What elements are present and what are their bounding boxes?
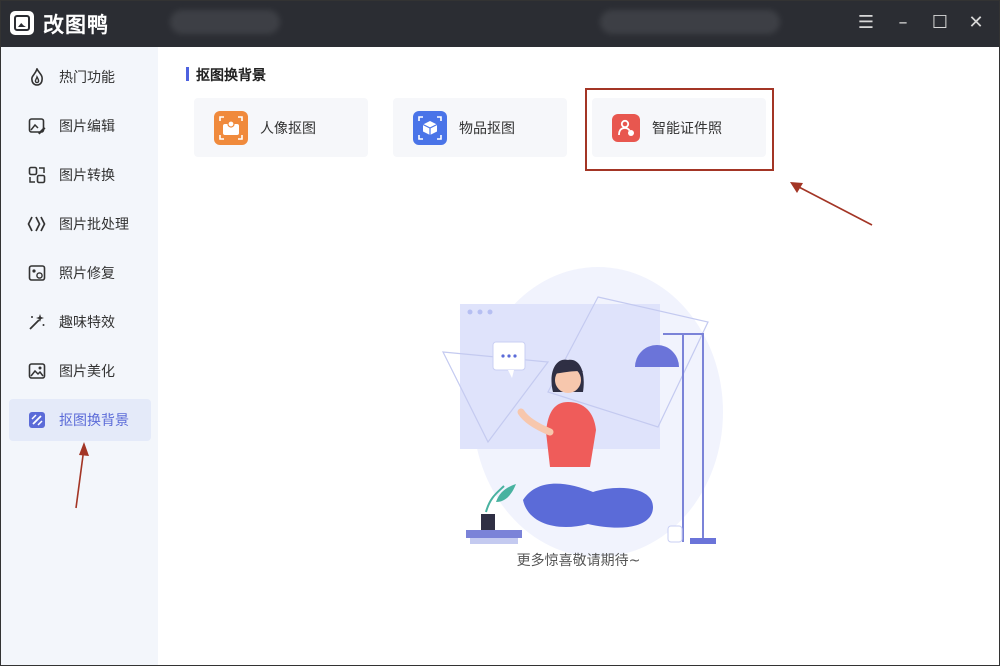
annotation-arrows xyxy=(75,182,873,509)
